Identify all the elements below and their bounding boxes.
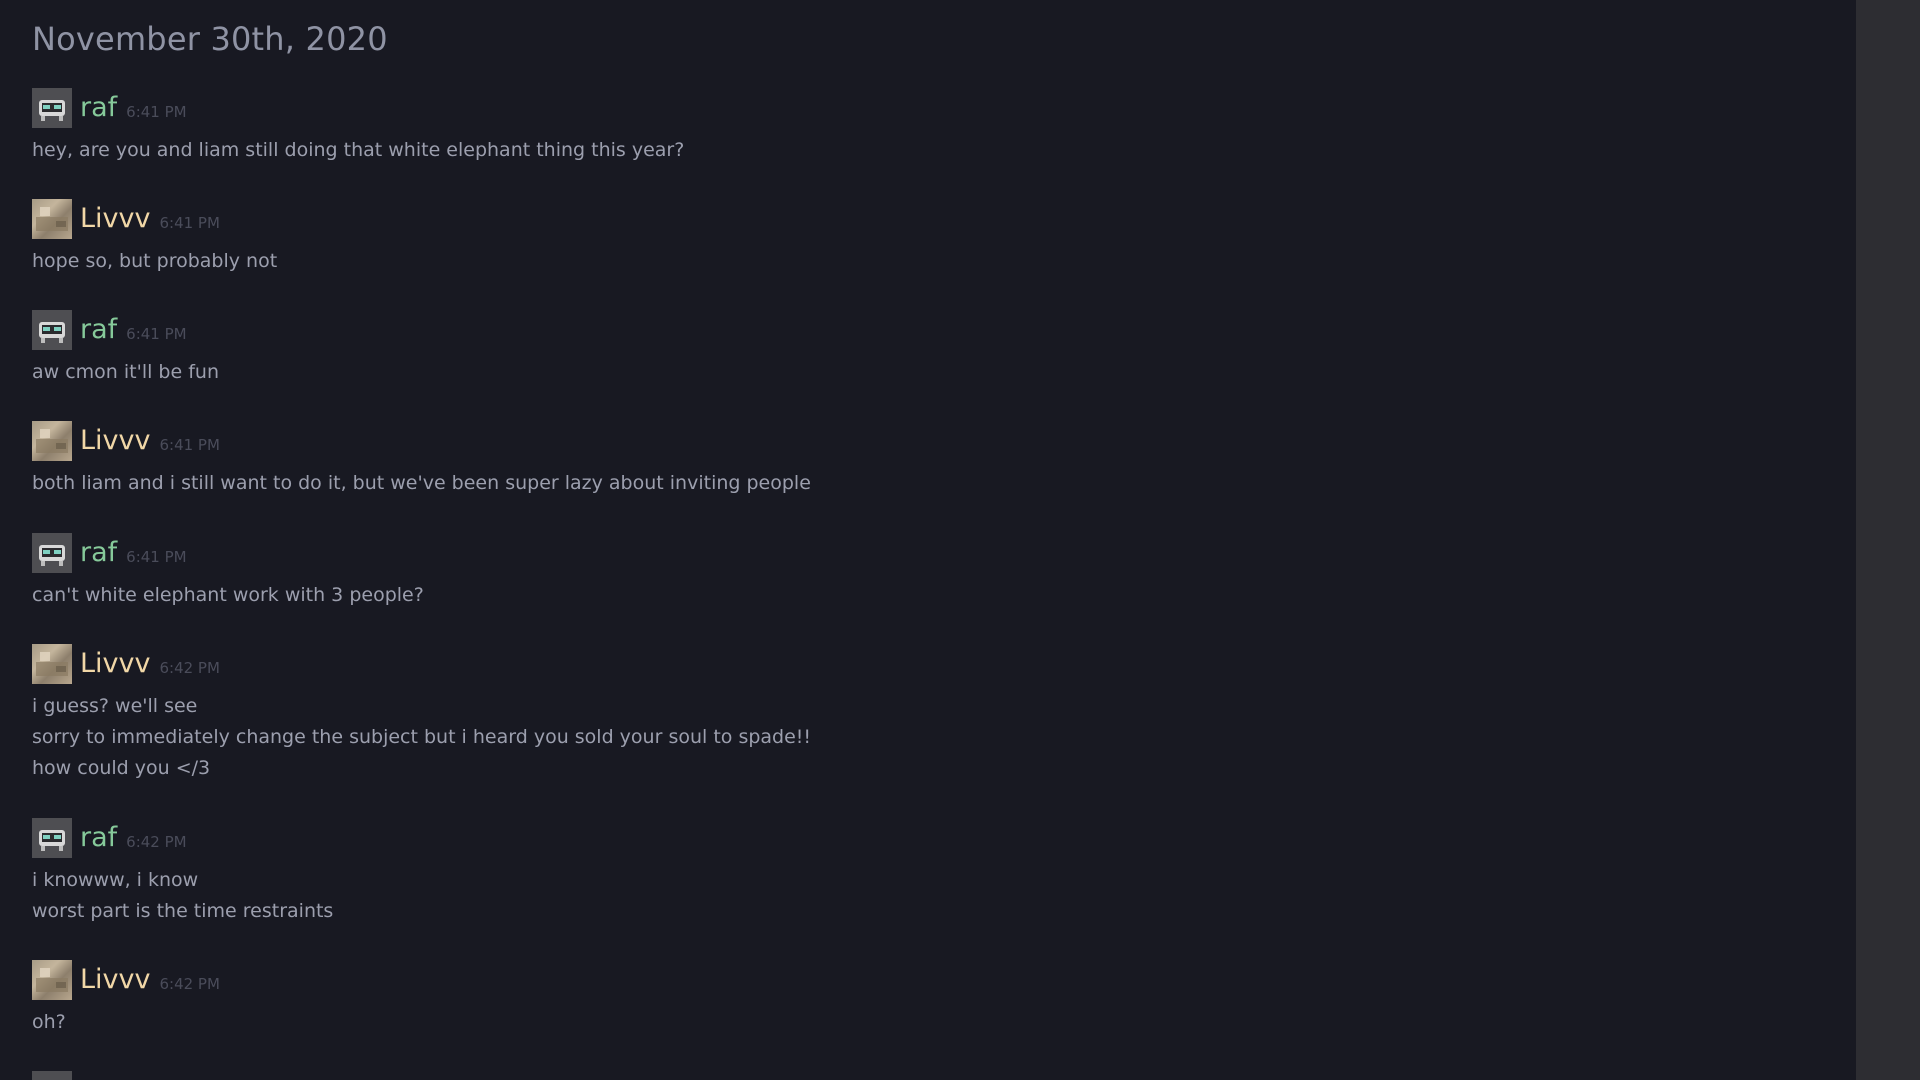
message-text: i knowww, i know: [32, 869, 199, 891]
message-text: can't white elephant work with 3 people?: [32, 584, 424, 606]
author-name[interactable]: Livvv: [80, 960, 150, 1000]
message-group: Livvv 6:41 PM both liam and i still want…: [32, 421, 811, 499]
message-header: Livvv 6:41 PM: [32, 421, 811, 461]
timestamp: 6:42 PM: [159, 975, 220, 993]
photo-avatar-icon[interactable]: [32, 644, 72, 684]
author-name[interactable]: Livvv: [80, 199, 150, 239]
scrollbar-track[interactable]: [1856, 0, 1920, 1080]
message-header: Livvv 6:42 PM: [32, 960, 220, 1000]
timestamp: 6:41 PM: [159, 214, 220, 232]
message-group: raf 6:42 PM i knowww, i know worst part …: [32, 818, 333, 927]
timestamp: 6:42 PM: [159, 659, 220, 677]
message-header: raf 6:41 PM: [32, 533, 424, 573]
message-body: can't white elephant work with 3 people?: [32, 580, 424, 611]
timestamp: 6:41 PM: [126, 325, 187, 343]
message-group: raf 6:41 PM can't white elephant work wi…: [32, 533, 424, 611]
message-text: hey, are you and liam still doing that w…: [32, 139, 685, 161]
message-text: sorry to immediately change the subject …: [32, 726, 812, 748]
message-body: aw cmon it'll be fun: [32, 357, 219, 388]
message-header: raf 6:42 PM: [32, 818, 333, 858]
message-header: Livvv 6:42 PM: [32, 644, 811, 684]
message-body: both liam and i still want to do it, but…: [32, 468, 811, 499]
message-text: both liam and i still want to do it, but…: [32, 472, 811, 494]
photo-avatar-icon[interactable]: [32, 421, 72, 461]
message-body: i knowww, i know worst part is the time …: [32, 865, 333, 927]
message-text: how could you </3: [32, 757, 211, 779]
author-name[interactable]: raf: [80, 88, 117, 128]
chat-log: November 30th, 2020 raf 6:41 PM hey, are…: [0, 0, 1856, 1080]
robot-avatar-icon[interactable]: [32, 310, 72, 350]
message-header: Livvv 6:41 PM: [32, 199, 277, 239]
author-name[interactable]: Livvv: [80, 644, 150, 684]
message-group: Livvv 6:42 PM oh?: [32, 960, 220, 1038]
photo-avatar-icon[interactable]: [32, 960, 72, 1000]
message-text: hope so, but probably not: [32, 250, 278, 272]
message-body: i guess? we'll see sorry to immediately …: [32, 691, 811, 784]
robot-avatar-icon[interactable]: [32, 818, 72, 858]
message-header: raf 6:41 PM: [32, 310, 219, 350]
message-body: oh?: [32, 1007, 220, 1038]
message-text: oh?: [32, 1011, 66, 1033]
robot-avatar-icon[interactable]: [32, 1071, 72, 1080]
timestamp: 6:42 PM: [126, 833, 187, 851]
message-group: raf 6:41 PM hey, are you and liam still …: [32, 88, 684, 166]
message-text: i guess? we'll see: [32, 695, 198, 717]
timestamp: 6:41 PM: [126, 103, 187, 121]
author-name[interactable]: raf: [80, 533, 117, 573]
message-body: hope so, but probably not: [32, 246, 277, 277]
message-group: raf 6:41 PM aw cmon it'll be fun: [32, 310, 219, 388]
timestamp: 6:41 PM: [159, 436, 220, 454]
timestamp: 6:41 PM: [126, 548, 187, 566]
message-header: raf 6:41 PM: [32, 88, 684, 128]
message-text: worst part is the time restraints: [32, 900, 334, 922]
robot-avatar-icon[interactable]: [32, 88, 72, 128]
date-header: November 30th, 2020: [32, 20, 388, 58]
author-name[interactable]: Livvv: [80, 421, 150, 461]
robot-avatar-icon[interactable]: [32, 533, 72, 573]
author-name[interactable]: raf: [80, 310, 117, 350]
message-group: Livvv 6:42 PM i guess? we'll see sorry t…: [32, 644, 811, 784]
author-name[interactable]: raf: [80, 818, 117, 858]
message-text: aw cmon it'll be fun: [32, 361, 219, 383]
photo-avatar-icon[interactable]: [32, 199, 72, 239]
message-group: Livvv 6:41 PM hope so, but probably not: [32, 199, 277, 277]
message-body: hey, are you and liam still doing that w…: [32, 135, 684, 166]
